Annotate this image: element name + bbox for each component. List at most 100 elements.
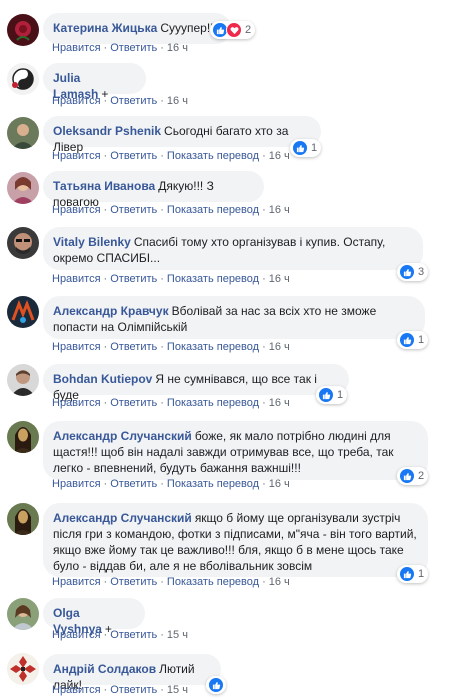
translate-link[interactable]: Показать перевод <box>167 478 259 490</box>
reply-link[interactable]: Ответить <box>110 629 157 641</box>
like-link[interactable]: Нравится <box>52 397 101 409</box>
like-link[interactable]: Нравится <box>52 273 101 285</box>
comment-author[interactable]: Татьяна Иванова <box>53 179 155 193</box>
mona-lisa-avatar-icon[interactable] <box>7 421 39 453</box>
comment-bubble: Александр Кравчук Вболівай за нас за всіх… <box>43 296 425 339</box>
timestamp[interactable]: 16 ч <box>269 397 290 409</box>
comment-bubble: Olga Vyshnya + <box>43 598 145 636</box>
ornament-avatar-icon[interactable] <box>7 653 39 685</box>
reaction-count: 1 <box>418 334 425 346</box>
like-link[interactable]: Нравится <box>52 684 101 696</box>
translate-link[interactable]: Показать перевод <box>167 576 259 588</box>
reaction-summary[interactable]: 1 <box>290 139 322 157</box>
comment-author[interactable]: Катерина Жицька <box>53 21 157 35</box>
love-reaction-icon <box>226 22 242 38</box>
comment-author[interactable]: Александр Случанский <box>53 429 192 443</box>
like-reaction-icon <box>399 566 415 582</box>
comment-bubble: Julia Lamash + <box>43 63 146 101</box>
comment-author[interactable]: Bohdan Kutiepov <box>53 372 152 386</box>
timestamp[interactable]: 16 ч <box>269 150 290 162</box>
comment-actions: Нравится · Ответить · Показать перевод · 16 ч <box>52 273 290 285</box>
logo-avatar-icon[interactable] <box>7 296 39 328</box>
reaction-summary[interactable]: 3 <box>397 263 429 281</box>
person-avatar-icon[interactable] <box>7 172 39 204</box>
reaction-count: 1 <box>311 142 318 154</box>
reaction-count: 2 <box>418 470 425 482</box>
comment-actions: Нравится · Ответить · 15 ч <box>52 684 188 696</box>
person-avatar-icon[interactable] <box>7 598 39 630</box>
comment-text: Сууупер!!! <box>160 21 217 35</box>
translate-link[interactable]: Показать перевод <box>167 397 259 409</box>
like-link[interactable]: Нравится <box>52 150 101 162</box>
reaction-count: 1 <box>337 389 344 401</box>
yin-yang-avatar-icon[interactable] <box>7 63 39 95</box>
reply-link[interactable]: Ответить <box>110 150 157 162</box>
like-link[interactable]: Нравится <box>52 42 101 54</box>
person-avatar-icon[interactable] <box>7 364 39 396</box>
reaction-count: 2 <box>245 24 252 36</box>
sunglasses-avatar-icon[interactable] <box>7 227 39 259</box>
timestamp[interactable]: 16 ч <box>167 95 188 107</box>
comment-bubble: Катерина Жицька Сууупер!!! <box>43 13 231 44</box>
like-link[interactable]: Нравится <box>52 478 101 490</box>
timestamp[interactable]: 16 ч <box>269 576 290 588</box>
timestamp[interactable]: 16 ч <box>269 273 290 285</box>
rose-avatar-icon[interactable] <box>7 14 39 46</box>
reply-link[interactable]: Ответить <box>110 478 157 490</box>
comment-actions: Нравится · Ответить · Показать перевод · 16 ч <box>52 204 290 216</box>
reply-link[interactable]: Ответить <box>110 397 157 409</box>
timestamp[interactable]: 16 ч <box>269 478 290 490</box>
timestamp[interactable]: 15 ч <box>167 629 188 641</box>
translate-link[interactable]: Показать перевод <box>167 273 259 285</box>
translate-link[interactable]: Показать перевод <box>167 341 259 353</box>
like-reaction-icon <box>399 332 415 348</box>
comment-bubble: Татьяна Иванова Дякую!!! З повагою <box>43 171 264 209</box>
reaction-summary[interactable]: 1 <box>397 565 429 583</box>
reply-link[interactable]: Ответить <box>110 684 157 696</box>
reaction-summary[interactable]: 2 <box>397 467 429 485</box>
comment-bubble: Александр Случанский якщо б йому ще орган… <box>43 503 428 577</box>
translate-link[interactable]: Показать перевод <box>167 204 259 216</box>
timestamp[interactable]: 15 ч <box>167 684 188 696</box>
reply-link[interactable]: Ответить <box>110 341 157 353</box>
reaction-summary[interactable]: 2 <box>210 21 256 39</box>
reply-link[interactable]: Ответить <box>110 576 157 588</box>
reply-link[interactable]: Ответить <box>110 42 157 54</box>
like-link[interactable]: Нравится <box>52 576 101 588</box>
like-reaction-icon <box>292 140 308 156</box>
timestamp[interactable]: 16 ч <box>269 204 290 216</box>
like-link[interactable]: Нравится <box>52 629 101 641</box>
comment-bubble: Oleksandr Pshenik Сьогодні багато хто за … <box>43 116 321 154</box>
like-link[interactable]: Нравится <box>52 341 101 353</box>
person-avatar-icon[interactable] <box>7 117 39 149</box>
comment-actions: Нравится · Ответить · Показать перевод · 16 ч <box>52 478 290 490</box>
comment-bubble: Bohdan Kutiepov Я не сумнівався, що все т… <box>43 364 349 402</box>
comment-actions: Нравится · Ответить · Показать перевод · 16 ч <box>52 397 290 409</box>
like-link[interactable]: Нравится <box>52 95 101 107</box>
comment-actions: Нравится · Ответить · 16 ч <box>52 95 188 107</box>
like-reaction-icon <box>318 387 334 403</box>
comment-actions: Нравится · Ответить · 16 ч <box>52 42 188 54</box>
comment-author[interactable]: Vitaly Bilenky <box>53 235 131 249</box>
reaction-summary[interactable]: 1 <box>316 386 348 404</box>
reply-link[interactable]: Ответить <box>110 204 157 216</box>
like-reaction-icon <box>208 677 224 693</box>
timestamp[interactable]: 16 ч <box>269 341 290 353</box>
reply-link[interactable]: Ответить <box>110 95 157 107</box>
mona-lisa-avatar-icon[interactable] <box>7 503 39 535</box>
comment-author[interactable]: Александр Кравчук <box>53 304 169 318</box>
timestamp[interactable]: 16 ч <box>167 42 188 54</box>
comment-author[interactable]: Oleksandr Pshenik <box>53 124 161 138</box>
like-reaction-icon <box>399 468 415 484</box>
like-link[interactable]: Нравится <box>52 204 101 216</box>
comment-author[interactable]: Александр Случанский <box>53 511 192 525</box>
reaction-summary[interactable] <box>206 676 226 694</box>
reaction-count: 1 <box>418 568 425 580</box>
reply-link[interactable]: Ответить <box>110 273 157 285</box>
comment-actions: Нравится · Ответить · Показать перевод · 16 ч <box>52 150 290 162</box>
reaction-summary[interactable]: 1 <box>397 331 429 349</box>
reaction-count: 3 <box>418 266 425 278</box>
translate-link[interactable]: Показать перевод <box>167 150 259 162</box>
comment-bubble: Александр Случанский боже, як мало потріб… <box>43 421 428 480</box>
comment-author[interactable]: Андрій Солдаков <box>53 662 156 676</box>
